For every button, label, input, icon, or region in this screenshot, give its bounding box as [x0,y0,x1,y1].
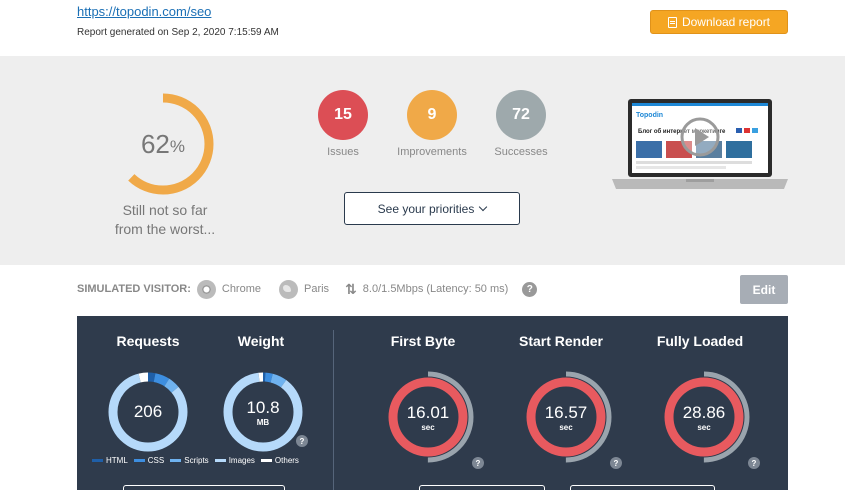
details-button-stub[interactable] [419,485,545,490]
requests-title: Requests [116,333,180,349]
preview-thumbnail [636,141,662,158]
preview-social-icon [752,128,758,133]
legend-label: Others [274,456,299,465]
legend-label: Images [228,456,255,465]
score-value: 62 % [111,92,215,196]
start-render-arc [526,377,606,457]
score-caption: Still not so far from the worst... [95,201,235,239]
fully-loaded-arc [664,377,744,457]
preview-social-icon [736,128,742,133]
issues-stat[interactable]: 15 Issues [308,90,378,158]
improvements-label: Improvements [397,146,467,158]
legend-swatch [133,459,145,462]
visitor-location: Paris [304,283,330,295]
see-priorities-button[interactable]: See your priorities [344,192,520,225]
start-render-ring [520,371,612,463]
simulated-visitor-bar: SIMULATED VISITOR: Chrome Paris ⇅ 8.0/1.… [77,278,538,300]
visitor-heading: SIMULATED VISITOR: [77,283,191,295]
issues-label: Issues [327,146,359,158]
fully-loaded-title: Fully Loaded [656,333,744,349]
legend-label: CSS [147,456,165,465]
legend-swatch [92,459,103,462]
score-caption-line1: Still not so far [122,202,208,218]
details-button-stub[interactable] [570,485,715,490]
preview-thumbnail [726,141,752,158]
resource-legend: HTML CSS Scripts Images Others [92,456,299,465]
see-priorities-label: See your priorities [377,201,475,216]
summary-panel: 62 % Still not so far from the worst... … [0,56,845,265]
visitor-connection: 8.0/1.5Mbps (Latency: 50 ms) [362,283,509,295]
first-byte-ring [382,371,474,463]
first-byte-help-icon[interactable]: ? [472,457,484,469]
successes-count: 72 [496,90,546,140]
start-render-help-icon[interactable]: ? [610,457,622,469]
score-caption-line2: from the worst... [114,221,216,237]
download-report-button[interactable]: Download report [650,10,788,34]
document-icon [667,16,677,28]
legend-swatch [260,459,272,462]
legend-item: HTML [92,456,128,465]
legend-swatch [170,459,182,462]
fully-loaded-help-icon[interactable]: ? [748,457,760,469]
up-down-arrows-icon: ⇅ [345,280,357,297]
fully-loaded-ring [658,371,750,463]
first-byte-arc [388,377,468,457]
site-preview-laptop[interactable]: Topodin Блог об интернет маркетинге [612,99,788,190]
first-byte-title: First Byte [390,333,456,349]
site-url-link[interactable]: https://topodin.com/seo [77,4,211,19]
visitor-browser: Chrome [221,283,261,295]
resource-segment [223,372,303,452]
first-byte-track [382,371,474,463]
legend-label: Scripts [184,456,209,465]
start-render-track [520,371,612,463]
edit-visitor-button[interactable]: Edit [740,275,788,304]
weight-ring [223,372,303,452]
chevron-down-icon [479,202,488,211]
preview-text-line [636,161,752,164]
score-unit: % [169,136,186,156]
legend-swatch [214,459,226,462]
issues-count: 15 [318,90,368,140]
legend-item: CSS [133,456,165,465]
fully-loaded-track [658,371,750,463]
panel-divider [333,330,334,490]
preview-text-line [636,166,726,169]
legend-item: Images [214,456,255,465]
laptop-notch [686,179,714,182]
successes-label: Successes [494,146,548,158]
successes-stat[interactable]: 72 Successes [486,90,556,158]
chrome-icon [196,279,216,299]
improvements-count: 9 [407,90,457,140]
report-generated-text: Report generated on Sep 2, 2020 7:15:59 … [77,27,279,38]
preview-social-icon [744,128,750,133]
performance-panel: Requests Weight First Byte Start Render … [77,316,788,490]
legend-item: Others [260,456,299,465]
legend-label: HTML [106,456,128,465]
report-page: https://topodin.com/seo Report generated… [0,0,845,490]
globe-icon [279,279,298,299]
details-button-stub[interactable] [123,485,285,490]
help-icon[interactable]: ? [522,281,538,297]
score-number: 62 [140,128,170,159]
improvements-stat[interactable]: 9 Improvements [385,90,479,158]
preview-topbar [632,103,768,106]
start-render-title: Start Render [518,333,604,349]
download-report-label: Download report [681,15,771,29]
requests-ring [108,372,188,452]
weight-help-icon[interactable]: ? [296,435,308,447]
legend-item: Scripts [170,456,209,465]
preview-logo: Topodin [636,112,663,119]
weight-title: Weight [237,333,285,349]
